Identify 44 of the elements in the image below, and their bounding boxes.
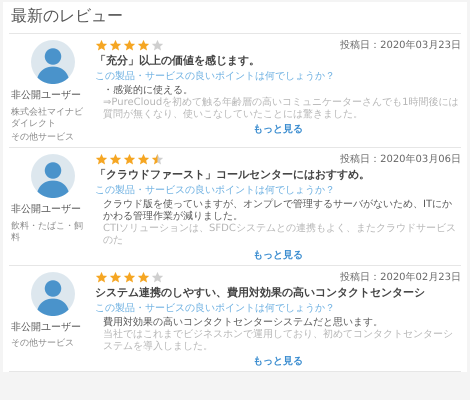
star-icon	[109, 152, 122, 166]
star-icon	[109, 38, 122, 52]
star-icon	[95, 38, 108, 52]
star-icon	[123, 38, 136, 52]
review-text: CTIソリューションは、SFDCシステムとの連携もよく、またクラウドサービスのた	[102, 223, 457, 247]
star-icon	[137, 38, 150, 52]
review-text: ⇒PureCloudを初めて触る年齢層の高いコミュニケーターさんでも1時間後には質問が無くなり、使いこなしていたことには驚きました。	[102, 97, 460, 121]
more-link[interactable]: もっと見る	[253, 354, 303, 368]
user-company: その他サービス	[11, 338, 74, 350]
star-icon	[151, 152, 164, 166]
star-icon	[123, 152, 136, 166]
post-date: 投稿日：2020年02月23日	[340, 270, 461, 284]
more-link[interactable]: もっと見る	[253, 248, 303, 262]
star-icon	[109, 270, 122, 284]
user-name: 非公開ユーザー	[11, 88, 81, 102]
user-company: 飲料・たばこ・飼料	[11, 220, 84, 244]
user-avatar-icon	[31, 40, 75, 84]
review-text: クラウド版を使っていますが、オンプレで管理するサーバがないため、ITにかかわる管理作業が減りました。	[102, 199, 454, 222]
star-icon	[95, 152, 108, 166]
user-avatar-icon	[31, 154, 75, 198]
star-icon	[123, 270, 136, 284]
user-company: その他サービス	[11, 132, 74, 144]
user-name: 非公開ユーザー	[11, 320, 81, 334]
more-link[interactable]: もっと見る	[253, 122, 303, 136]
star-icon	[95, 270, 108, 284]
review-title: 「クラウドファースト」コールセンターにはおすすめ。	[95, 167, 371, 182]
review-title: 「充分」以上の価値を感じます。	[95, 53, 261, 68]
star-icon	[151, 38, 164, 52]
review-text: ・感覚的に使える。	[102, 85, 194, 96]
section-heading: 最新のレビュー	[9, 4, 461, 34]
post-date: 投稿日：2020年03月23日	[340, 38, 461, 52]
user-avatar-icon	[31, 272, 75, 316]
user-company: 株式会社マイナビダイレクト	[11, 106, 84, 130]
review-question: この製品・サービスの良いポイントは何でしょうか？	[95, 184, 336, 197]
review-question: この製品・サービスの良いポイントは何でしょうか？	[95, 70, 336, 83]
review-text: 当社ではこれまでビジネスホンで運用しており、初めてコンタクトセンターシステムを導入しました。	[102, 329, 454, 353]
star-icon	[137, 152, 150, 166]
post-date: 投稿日：2020年03月06日	[340, 152, 461, 166]
review-text: 費用対効果の高いコンタクトセンターシステムだと思います。	[102, 317, 384, 328]
review-title: システム連携のしやすい、費用対効果の高いコンタクトセンターシ	[95, 285, 426, 300]
review-question: この製品・サービスの良いポイントは何でしょうか？	[95, 302, 336, 315]
star-icon	[137, 270, 150, 284]
user-name: 非公開ユーザー	[11, 202, 81, 216]
star-icon	[151, 270, 164, 284]
